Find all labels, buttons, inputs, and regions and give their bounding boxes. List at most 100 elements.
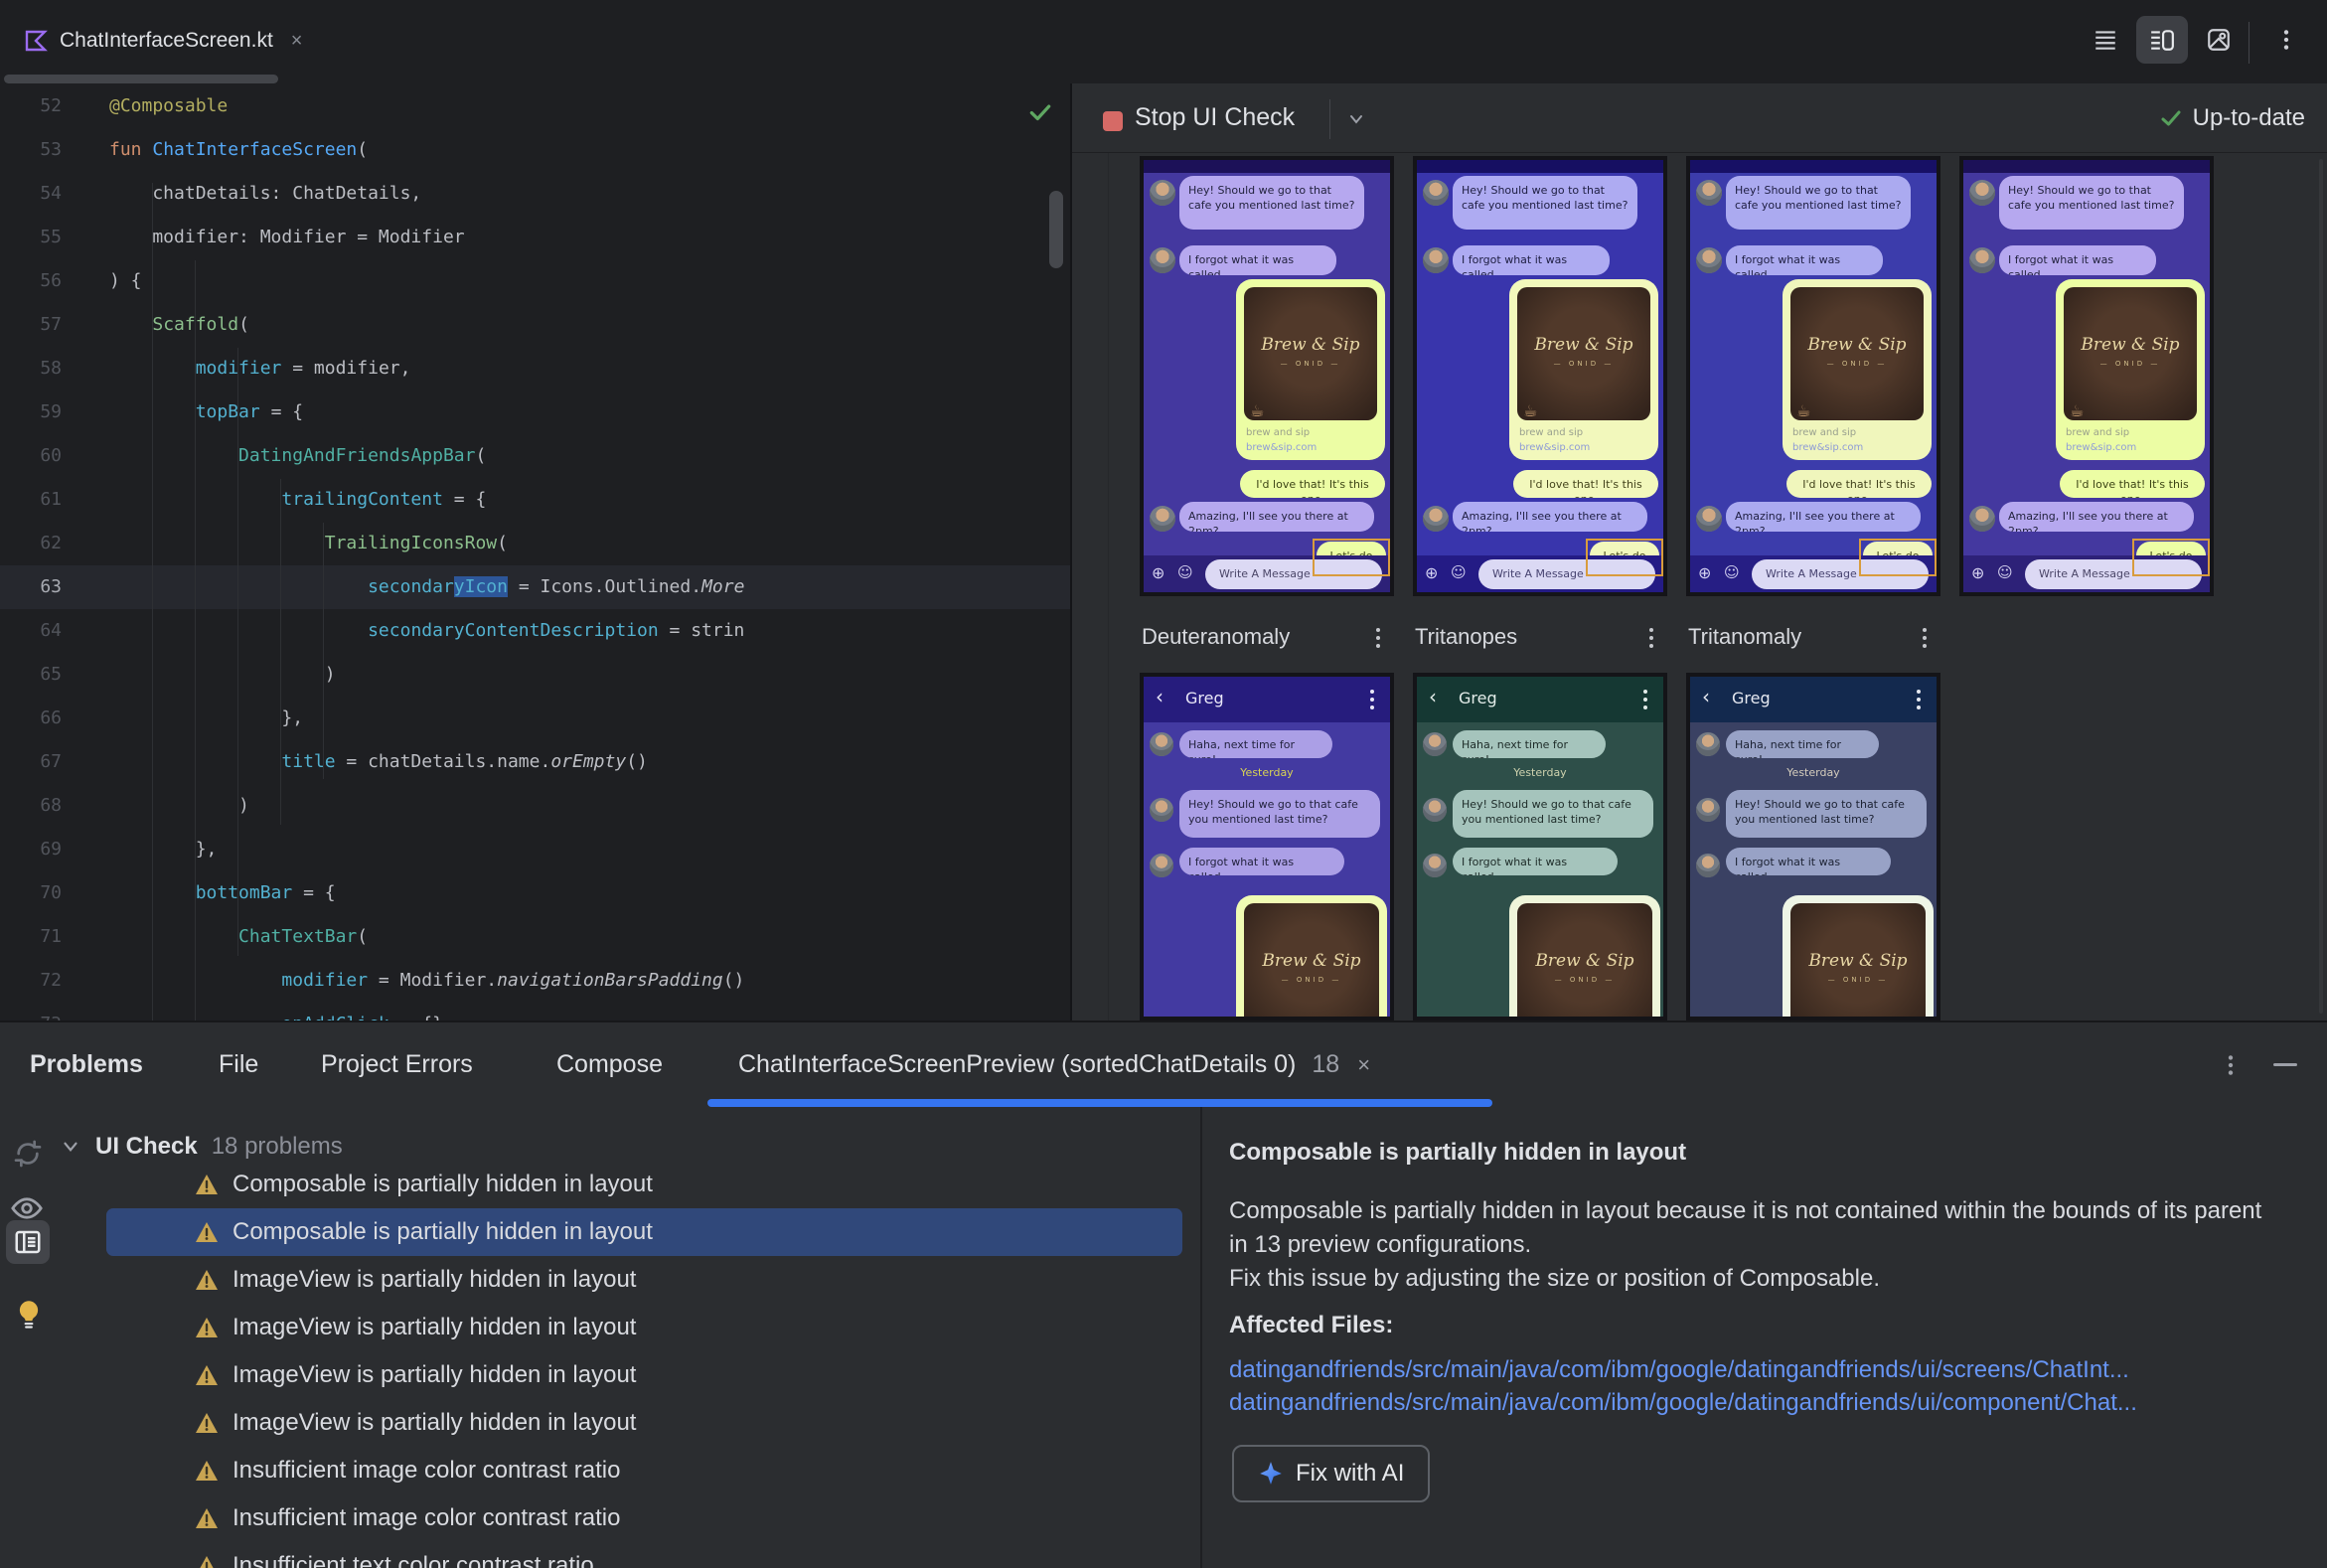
code-editor[interactable]: 52 @Composable 53 fun ChatInterfaceScreen(5… xyxy=(0,83,1070,1020)
inspection-ok-icon[interactable] xyxy=(1027,99,1053,125)
brew-sip-card: Brew & Sip — ONID — ☕ brew and sip brew&sip.… xyxy=(1236,279,1385,460)
toolbar-divider xyxy=(1329,99,1330,139)
layout-issue-highlight xyxy=(1859,539,1937,576)
problem-item[interactable]: ImageView is partially hidden in layout xyxy=(60,1351,1192,1399)
chevron-down-icon[interactable] xyxy=(1346,109,1366,129)
preview-phone-row2[interactable]: ‹ Greg Haha, next time for sure! Yesterday H… xyxy=(1686,673,1940,1020)
card-name: brew and sip xyxy=(1246,427,1311,438)
more-options-icon[interactable] xyxy=(2273,27,2299,53)
line-number: 59 xyxy=(40,401,62,422)
problem-item[interactable]: Insufficient image color contrast ratio xyxy=(60,1494,1192,1542)
add-icon[interactable]: ⊕ xyxy=(1698,563,1711,582)
code-line[interactable]: 61 trailingContent = { xyxy=(0,478,1070,522)
code-line[interactable]: 62 TrailingIconsRow( xyxy=(0,522,1070,565)
code-line[interactable]: 70 bottomBar = { xyxy=(0,871,1070,915)
design-view-icon[interactable] xyxy=(2206,27,2232,53)
preview-phone-row2[interactable]: ‹ Greg Haha, next time for sure! Yesterday H… xyxy=(1413,673,1667,1020)
code-line[interactable]: 56) { xyxy=(0,259,1070,303)
chat-menu-icon[interactable] xyxy=(1643,690,1647,709)
code-text: }, xyxy=(109,839,218,860)
stop-ui-check-button[interactable]: Stop UI Check xyxy=(1135,83,1295,152)
brew-sip-image: Brew & Sip — ONID — ☕ xyxy=(1790,287,1924,420)
brand-name: Brew & Sip xyxy=(1534,335,1633,355)
tab-title: ChatInterfaceScreen.kt xyxy=(60,29,273,52)
file-link[interactable]: datingandfriends/src/main/java/com/ibm/g… xyxy=(1229,1386,2137,1419)
code-line[interactable]: 59 topBar = { xyxy=(0,391,1070,434)
problem-item[interactable]: ImageView is partially hidden in layout xyxy=(60,1256,1192,1304)
panel-options-icon[interactable] xyxy=(2218,1052,2244,1078)
close-tab-icon[interactable]: × xyxy=(1357,1052,1370,1077)
code-text: modifier = modifier, xyxy=(195,358,411,379)
code-text: title = chatDetails.name.orEmpty() xyxy=(281,751,648,772)
problem-item[interactable]: Insufficient image color contrast ratio xyxy=(60,1447,1192,1494)
code-line[interactable]: 68 ) xyxy=(0,784,1070,828)
add-icon[interactable]: ⊕ xyxy=(1425,563,1438,582)
code-line[interactable]: 60 DatingAndFriendsAppBar( xyxy=(0,434,1070,478)
editor-tab[interactable]: ChatInterfaceScreen.kt × xyxy=(10,8,316,74)
back-icon[interactable]: ‹ xyxy=(1429,685,1437,708)
line-number: 70 xyxy=(40,882,62,903)
tab-preview-problems[interactable]: ChatInterfaceScreenPreview (sortedChatDe… xyxy=(738,1022,1370,1107)
preview-phone-row1[interactable]: Hey! Should we go to that cafe you menti… xyxy=(1959,156,2214,596)
problem-item[interactable]: ImageView is partially hidden in layout xyxy=(60,1399,1192,1447)
add-icon[interactable]: ⊕ xyxy=(1971,563,1984,582)
minimize-icon[interactable] xyxy=(2273,1063,2297,1066)
fix-with-ai-button[interactable]: Fix with AI xyxy=(1232,1445,1431,1502)
code-line[interactable]: 53 fun ChatInterfaceScreen( xyxy=(0,128,1070,172)
chat-menu-icon[interactable] xyxy=(1917,690,1921,709)
chat-bubble: Haha, next time for sure! xyxy=(1453,730,1606,758)
card-url: brew&sip.com xyxy=(1792,442,1864,453)
tab-problems[interactable]: Problems xyxy=(30,1022,143,1107)
code-line[interactable]: 63 secondaryIcon = Icons.Outlined.More xyxy=(0,565,1070,609)
tab-file[interactable]: File xyxy=(219,1022,258,1107)
problem-item[interactable]: Composable is partially hidden in layout xyxy=(60,1161,1192,1208)
add-icon[interactable]: ⊕ xyxy=(1152,563,1164,582)
chat-menu-icon[interactable] xyxy=(1370,690,1374,709)
emoji-icon[interactable]: ☺ xyxy=(1997,563,2013,581)
code-line[interactable]: 69 }, xyxy=(0,828,1070,871)
list-view-icon[interactable] xyxy=(2093,27,2118,53)
file-link[interactable]: datingandfriends/src/main/java/com/ibm/g… xyxy=(1229,1353,2137,1386)
emoji-icon[interactable]: ☺ xyxy=(1177,563,1193,581)
variant-menu-icon[interactable] xyxy=(1923,628,1927,648)
preview-scrollbar[interactable] xyxy=(2319,159,2323,1014)
tab-scroll-indicator[interactable] xyxy=(4,75,278,83)
problem-item[interactable]: Composable is partially hidden in layout xyxy=(106,1208,1182,1256)
back-icon[interactable]: ‹ xyxy=(1156,685,1164,708)
preview-phone-row1[interactable]: Hey! Should we go to that cafe you menti… xyxy=(1413,156,1667,596)
code-line[interactable]: 58 modifier = modifier, xyxy=(0,347,1070,391)
back-icon[interactable]: ‹ xyxy=(1702,685,1710,708)
variant-menu-icon[interactable] xyxy=(1649,628,1653,648)
problem-item[interactable]: ImageView is partially hidden in layout xyxy=(60,1304,1192,1351)
code-text: topBar = { xyxy=(195,401,304,422)
warning-icon xyxy=(196,1222,218,1242)
emoji-icon[interactable]: ☺ xyxy=(1724,563,1740,581)
preview-phone-row2[interactable]: ‹ Greg Haha, next time for sure! Yesterday H… xyxy=(1140,673,1394,1020)
chat-bubble: I forgot what it was called... xyxy=(1999,245,2156,275)
code-line[interactable]: 71 ChatTextBar( xyxy=(0,915,1070,959)
code-line[interactable]: 57 Scaffold( xyxy=(0,303,1070,347)
line-number: 63 xyxy=(40,576,62,597)
stop-icon[interactable] xyxy=(1103,111,1123,131)
emoji-icon[interactable]: ☺ xyxy=(1451,563,1467,581)
code-line[interactable]: 54 chatDetails: ChatDetails, xyxy=(0,172,1070,216)
problem-item[interactable]: Insufficient text color contrast ratio xyxy=(60,1542,1192,1568)
preview-phone-row1[interactable]: Hey! Should we go to that cafe you menti… xyxy=(1686,156,1940,596)
code-line[interactable]: 52 @Composable xyxy=(0,84,1070,128)
variant-menu-icon[interactable] xyxy=(1376,628,1380,648)
code-line[interactable]: 73 onAddClick = {}, xyxy=(0,1003,1070,1020)
code-line[interactable]: 66 }, xyxy=(0,697,1070,740)
preview-phone-row1[interactable]: Hey! Should we go to that cafe you menti… xyxy=(1140,156,1394,596)
line-number: 66 xyxy=(40,707,62,728)
tab-compose[interactable]: Compose xyxy=(556,1022,663,1107)
avatar xyxy=(1150,854,1173,877)
preview-inner-border xyxy=(1108,153,1109,1020)
editor-scrollbar[interactable] xyxy=(1049,191,1063,268)
code-line[interactable]: 67 title = chatDetails.name.orEmpty() xyxy=(0,740,1070,784)
code-line[interactable]: 72 modifier = Modifier.navigationBarsPad… xyxy=(0,959,1070,1003)
code-line[interactable]: 65 ) xyxy=(0,653,1070,697)
tab-project-errors[interactable]: Project Errors xyxy=(321,1022,473,1107)
tab-close-icon[interactable]: × xyxy=(291,30,303,53)
code-line[interactable]: 64 secondaryContentDescription = strin xyxy=(0,609,1070,653)
code-line[interactable]: 55 modifier: Modifier = Modifier xyxy=(0,216,1070,259)
